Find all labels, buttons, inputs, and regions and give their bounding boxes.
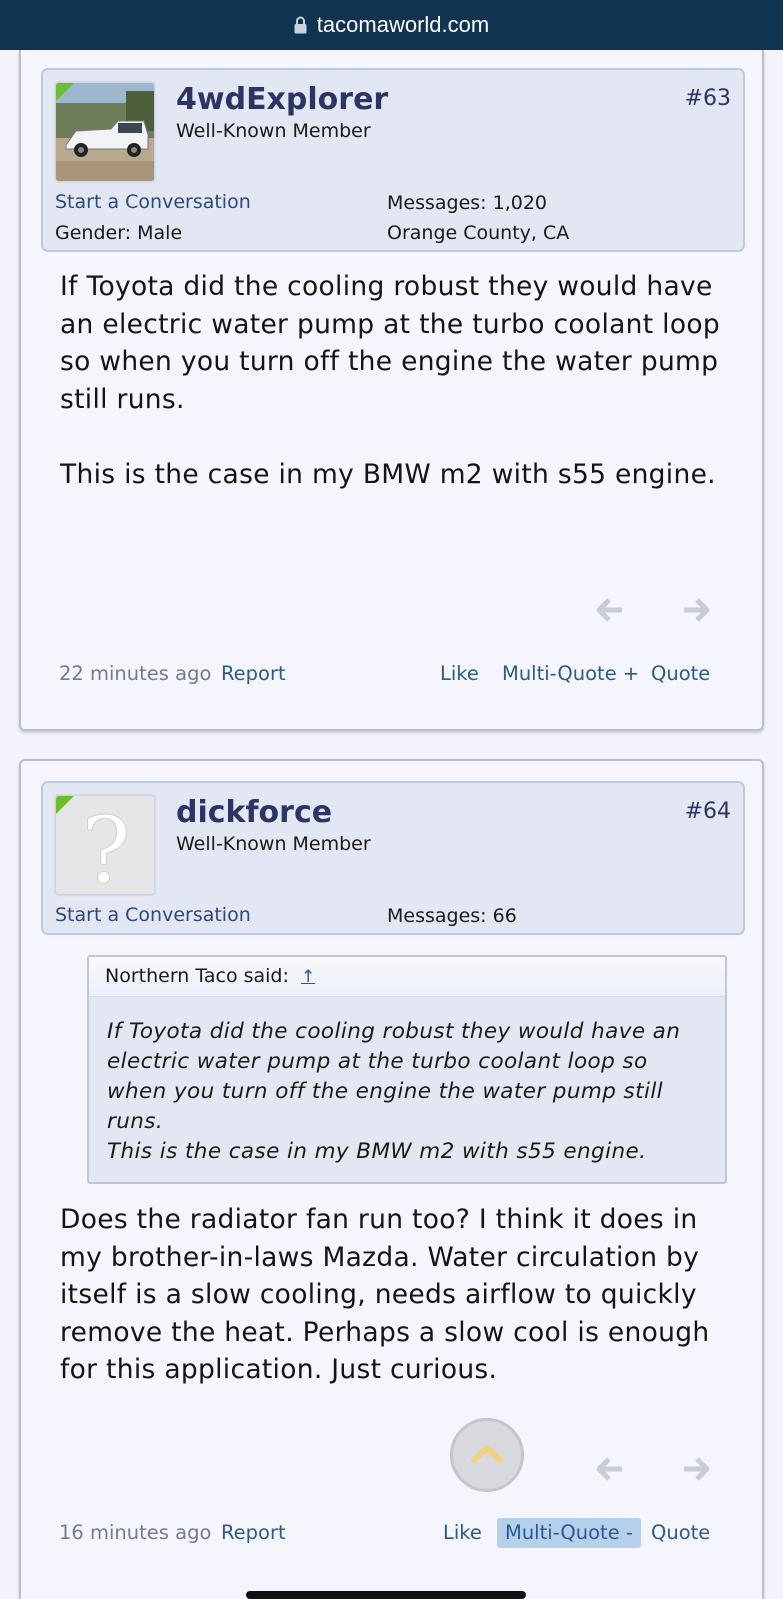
multi-quote-link[interactable]: Multi-Quote - (497, 1518, 641, 1548)
arrow-right-icon[interactable] (681, 595, 711, 625)
user-info-panel: ? dickforce Well-Known Member #64 Start … (41, 781, 745, 935)
start-conversation-link[interactable]: Start a Conversation (55, 191, 251, 213)
arrow-right-icon[interactable] (681, 1454, 711, 1484)
gender-stat: Gender: Male (55, 222, 183, 244)
avatar[interactable]: ? (55, 795, 155, 895)
messages-count: 1,020 (492, 192, 548, 214)
like-link[interactable]: Like (440, 662, 479, 685)
avatar[interactable] (55, 82, 155, 182)
browser-address-bar[interactable]: tacomaworld.com (0, 0, 783, 50)
start-conversation-link[interactable]: Start a Conversation (55, 904, 251, 926)
user-info-panel: 4wdExplorer Well-Known Member #63 Start … (41, 68, 745, 252)
svg-text:?: ? (81, 797, 130, 895)
multi-quote-link[interactable]: Multi-Quote + (502, 662, 639, 685)
location-stat: Orange County, CA (387, 222, 570, 244)
like-link[interactable]: Like (443, 1521, 482, 1544)
post-footer: 22 minutes ago Report Like Multi-Quote +… (21, 662, 766, 692)
quote-text: This is the case in my BMW m2 with s55 e… (107, 1139, 647, 1164)
messages-label: Messages: (387, 192, 487, 214)
username[interactable]: 4wdExplorer (176, 82, 388, 117)
post-nav (595, 595, 711, 625)
report-link[interactable]: Report (221, 1521, 286, 1544)
post-time[interactable]: 16 minutes ago (59, 1521, 211, 1544)
arrow-left-icon[interactable] (595, 1454, 625, 1484)
online-indicator-icon (56, 796, 74, 814)
quote-author: Northern Taco said: (105, 965, 289, 987)
user-title: Well-Known Member (176, 833, 371, 855)
arrow-left-icon[interactable] (595, 595, 625, 625)
post-nav (595, 1454, 711, 1484)
message-paragraph: Does the radiator fan run too? I think i… (60, 1204, 710, 1385)
messages-stat: Messages: 66 (387, 905, 517, 927)
lock-icon (294, 16, 307, 34)
quoted-message: Northern Taco said: ↑ If Toyota did the … (87, 955, 727, 1184)
post-time[interactable]: 22 minutes ago (59, 662, 211, 685)
quote-jump-link[interactable]: ↑ (301, 967, 315, 987)
report-link[interactable]: Report (221, 662, 286, 685)
home-indicator (246, 1591, 526, 1599)
post-number-link[interactable]: #64 (685, 799, 731, 824)
post-number-link[interactable]: #63 (685, 86, 731, 111)
quote-header: Northern Taco said: ↑ (89, 957, 725, 997)
post-message: If Toyota did the cooling robust they wo… (60, 268, 740, 531)
message-paragraph: If Toyota did the cooling robust they wo… (60, 271, 720, 415)
post-message: Does the radiator fan run too? I think i… (60, 1201, 740, 1426)
chevron-up-icon (470, 1442, 504, 1468)
message-paragraph: This is the case in my BMW m2 with s55 e… (60, 458, 716, 490)
scroll-to-top-button[interactable] (450, 1418, 524, 1492)
quote-body: If Toyota did the cooling robust they wo… (89, 997, 725, 1167)
url-text: tacomaworld.com (316, 12, 490, 37)
messages-count: 66 (492, 905, 517, 927)
messages-label: Messages: (387, 905, 487, 927)
username[interactable]: dickforce (176, 795, 332, 830)
post-63: 4wdExplorer Well-Known Member #63 Start … (19, 50, 764, 731)
post-footer: 16 minutes ago Report Like Multi-Quote -… (21, 1518, 766, 1551)
user-title: Well-Known Member (176, 120, 371, 142)
quote-text: If Toyota did the cooling robust they wo… (107, 1019, 681, 1134)
messages-stat: Messages: 1,020 (387, 192, 547, 214)
online-indicator-icon (56, 83, 74, 101)
post-64: ? dickforce Well-Known Member #64 Start … (19, 759, 764, 1599)
quote-link[interactable]: Quote (651, 1521, 710, 1544)
quote-link[interactable]: Quote (651, 662, 710, 685)
